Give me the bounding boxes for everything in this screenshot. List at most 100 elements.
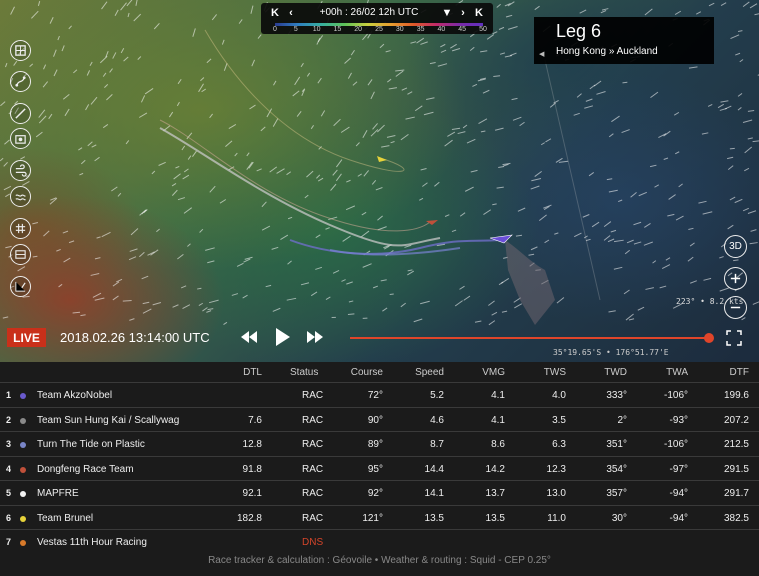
wind-arrow [360,230,370,238]
col-dtl[interactable]: DTL [243,367,262,378]
wind-arrow [618,199,623,203]
col-twa[interactable]: TWA [666,367,688,378]
wind-arrow [122,299,132,302]
rewind-icon[interactable] [240,330,258,344]
leg-info-panel[interactable]: ◀ Leg 6 Hong Kong » Auckland [534,17,714,64]
wind-arrow [261,225,271,231]
wind-arrow [197,287,202,290]
col-vmg[interactable]: VMG [482,367,505,378]
ruler-icon[interactable] [10,103,31,124]
wind-arrow [400,133,409,141]
wind-arrow [2,316,9,319]
wind-arrow [400,302,407,308]
current-icon[interactable] [10,186,31,207]
col-tws[interactable]: TWS [544,367,566,378]
wind-arrow [310,125,315,130]
table-row[interactable]: 6 Team Brunel 182.8 RAC 121° 13.5 13.5 11.0 30° -… [0,504,759,530]
wind-arrow [701,132,709,135]
cell-twd: 351° [606,439,627,450]
boat-dongfeng[interactable] [426,220,438,225]
col-course[interactable]: Course [351,367,383,378]
wind-arrow [386,134,396,138]
table-row[interactable]: 1 Team AkzoNobel RAC 72° 5.2 4.1 4.0 333° -106° 1… [0,382,759,407]
wind-arrow [673,111,680,116]
wind-arrow [501,310,508,313]
live-badge[interactable]: LIVE [7,328,46,347]
wind-arrow [649,164,657,168]
wind-icon[interactable] [10,160,31,181]
chart-icon[interactable] [10,276,31,297]
zoom-in-button[interactable] [724,267,747,290]
wind-arrow [101,1,108,10]
collapse-arrow-icon[interactable]: ◀ [539,50,544,58]
wind-arrow [603,235,611,241]
boats-icon[interactable] [10,244,31,265]
table-row[interactable]: 2 Team Sun Hung Kai / Scallywag 7.6 RAC 90° 4… [0,406,759,432]
table-row[interactable]: 7 Vestas 11th Hour Racing DNS [0,529,759,554]
wind-arrow [347,313,355,315]
step-back-button[interactable]: ‹ [283,7,299,19]
col-speed[interactable]: Speed [415,367,444,378]
step-forward-button[interactable]: › [455,7,471,19]
wind-arrow [207,260,215,264]
table-row[interactable]: 5 MAPFRE 92.1 RAC 92° 14.1 13.7 13.0 357° -94° 291… [0,480,759,505]
col-twd[interactable]: TWD [604,367,627,378]
col-dtf[interactable]: DTF [730,367,749,378]
wind-arrow [601,8,609,11]
wind-arrow [422,182,428,187]
wind-arrow [153,22,160,30]
wind-arrow [300,282,310,286]
grid-icon[interactable] [10,218,31,239]
wind-arrow [622,81,628,84]
wind-arrow [80,159,86,165]
skip-end-button[interactable]: K [471,7,487,19]
map-layers-icon[interactable] [10,40,31,61]
race-map[interactable]: K ‹ +00h : 26/02 12h UTC ▼ › K 0 5 10 15… [0,0,759,362]
col-status[interactable]: Status [290,367,318,378]
fullscreen-icon[interactable] [726,330,742,346]
wind-arrow [73,69,78,74]
wind-arrow [752,140,759,143]
wind-arrow [379,43,385,49]
timeline-handle[interactable] [704,333,714,343]
wind-arrow [80,314,86,317]
boat-brunel[interactable] [377,156,387,162]
land-mass [505,240,555,325]
table-row[interactable]: 4 Dongfeng Race Team 91.8 RAC 95° 14.4 14.2 12.… [0,455,759,481]
play-icon[interactable] [275,327,291,347]
zoom-out-button[interactable] [724,296,747,319]
wind-arrow [345,205,356,211]
route-icon[interactable] [10,71,31,92]
wind-arrow [187,155,192,160]
cell-vmg: 14.2 [485,463,505,475]
wind-arrow [209,113,213,119]
wind-arrow [454,300,463,307]
cell-twa: -94° [669,488,688,499]
wind-arrow [507,25,518,30]
boat-akzonobel[interactable] [489,234,513,244]
wind-arrow [727,224,734,230]
skip-start-button[interactable]: K [267,7,283,19]
grid-line [544,59,601,301]
timeline-track[interactable] [350,337,710,339]
wind-arrow [372,123,378,130]
wind-arrow [78,147,83,151]
wind-arrow [211,14,218,21]
wind-arrow [361,211,367,216]
camera-icon[interactable] [10,128,31,149]
time-dropdown-icon[interactable]: ▼ [439,7,455,19]
view-3d-button[interactable]: 3D [724,235,747,258]
wind-arrow [48,113,53,120]
wind-arrow [395,70,404,77]
cell-twa: -106° [663,439,688,450]
table-row[interactable]: 3 Turn The Tide on Plastic 12.8 RAC 89° 8.7 8.… [0,431,759,456]
scale-tick: 20 [354,26,363,33]
cell-twa: -93° [669,414,688,426]
wind-arrow [137,56,142,60]
wind-arrow [177,197,186,201]
fast-forward-icon[interactable] [306,330,324,344]
wind-arrow [451,229,457,233]
cell-vmg: 13.7 [485,488,505,499]
wind-arrow [287,260,292,265]
wind-arrow [370,91,375,100]
